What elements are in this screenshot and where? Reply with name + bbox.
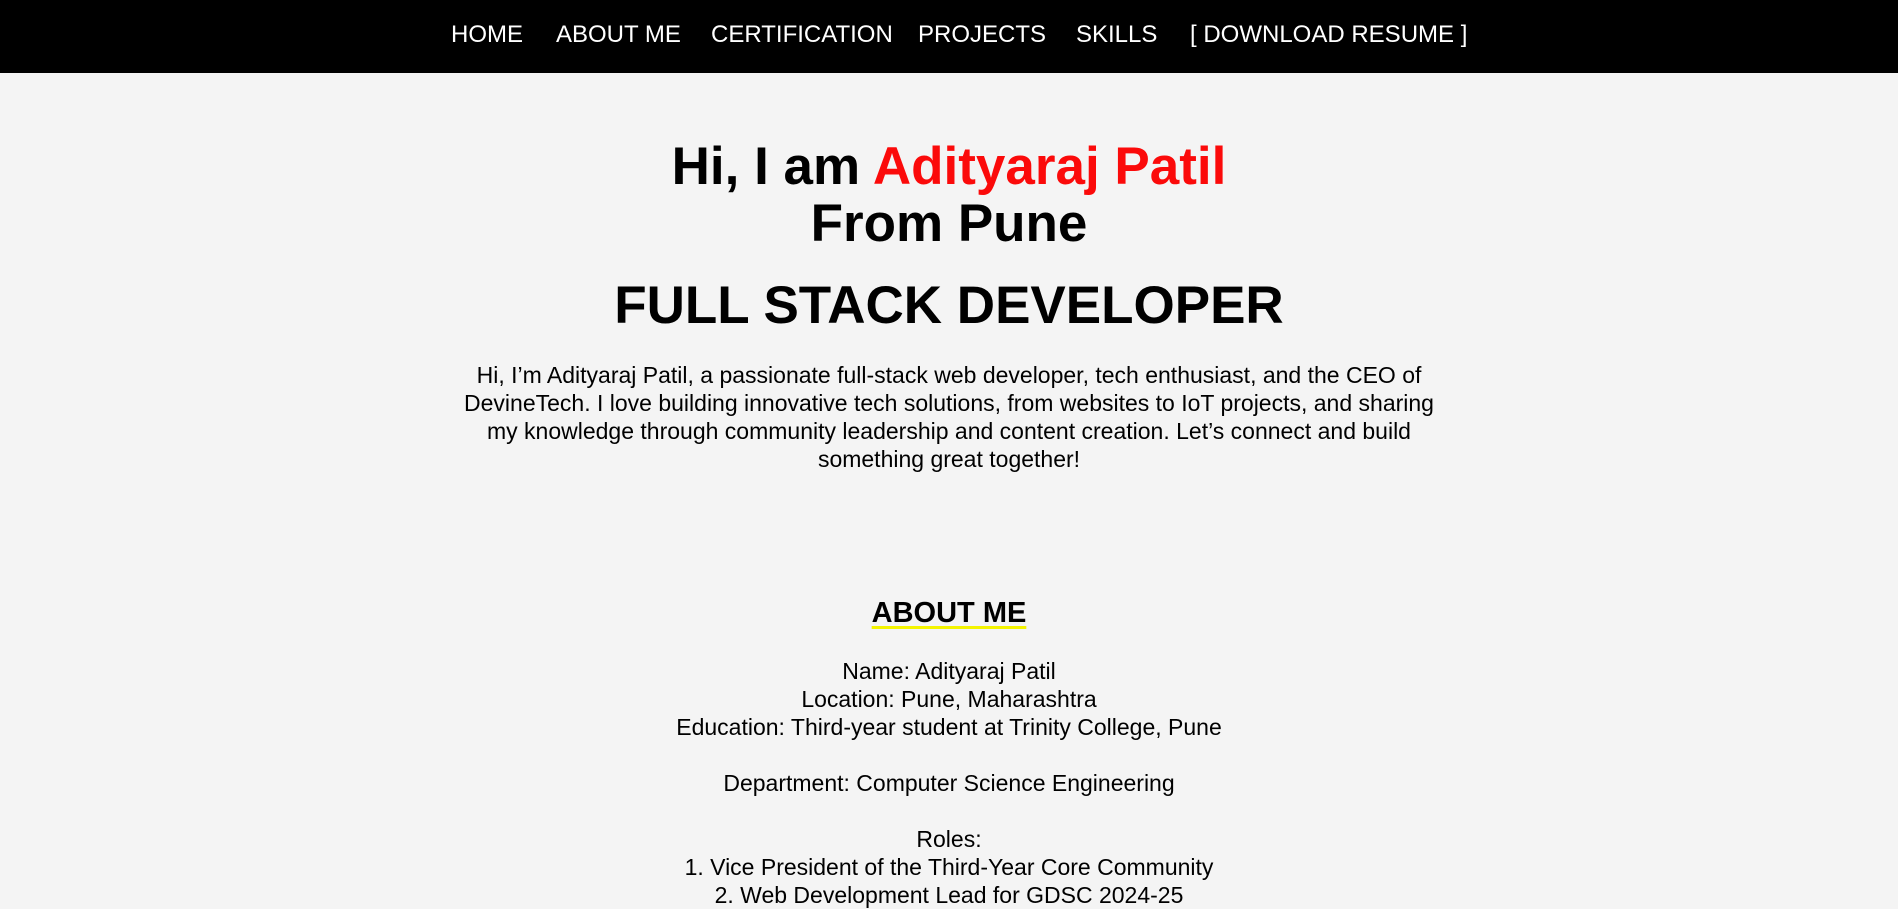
about-department-line: Department: Computer Science Engineering (723, 770, 1175, 796)
hero-name: Adityaraj Patil (872, 137, 1227, 196)
hero-role-title: FULL STACK DEVELOPER (614, 276, 1284, 335)
about-name-line: Name: Adityaraj Patil (842, 658, 1056, 684)
nav-certification-link[interactable]: CERTIFICATION (711, 21, 893, 49)
top-navbar: HOME ABOUT ME CERTIFICATION PROJECTS SKI… (0, 0, 1898, 73)
nav-about-link[interactable]: ABOUT ME (556, 21, 681, 49)
hero-intro-paragraph: Hi, I’m Adityaraj Patil, a passionate fu… (464, 362, 1434, 472)
hero-greeting: Hi, I am (671, 137, 873, 196)
about-roles-label: Roles: (916, 826, 982, 852)
nav-download-resume-link[interactable]: [ DOWNLOAD RESUME ] (1190, 21, 1467, 49)
about-location-line: Location: Pune, Maharashtra (801, 686, 1097, 712)
nav-projects-link[interactable]: PROJECTS (918, 21, 1046, 49)
about-role-item: 1. Vice President of the Third-Year Core… (684, 854, 1214, 880)
hero-location: From Pune (810, 194, 1088, 253)
hero-greeting-line: Hi, I am Adityaraj Patil (0, 137, 1898, 197)
nav-home-link[interactable]: HOME (451, 21, 523, 49)
about-heading-text: ABOUT ME (871, 597, 1027, 629)
about-role-item: 2. Web Development Lead for GDSC 2024-25 (714, 882, 1184, 908)
nav-skills-link[interactable]: SKILLS (1076, 21, 1157, 49)
about-heading: ABOUT ME (0, 596, 1898, 630)
about-education-line: Education: Third-year student at Trinity… (676, 714, 1222, 740)
